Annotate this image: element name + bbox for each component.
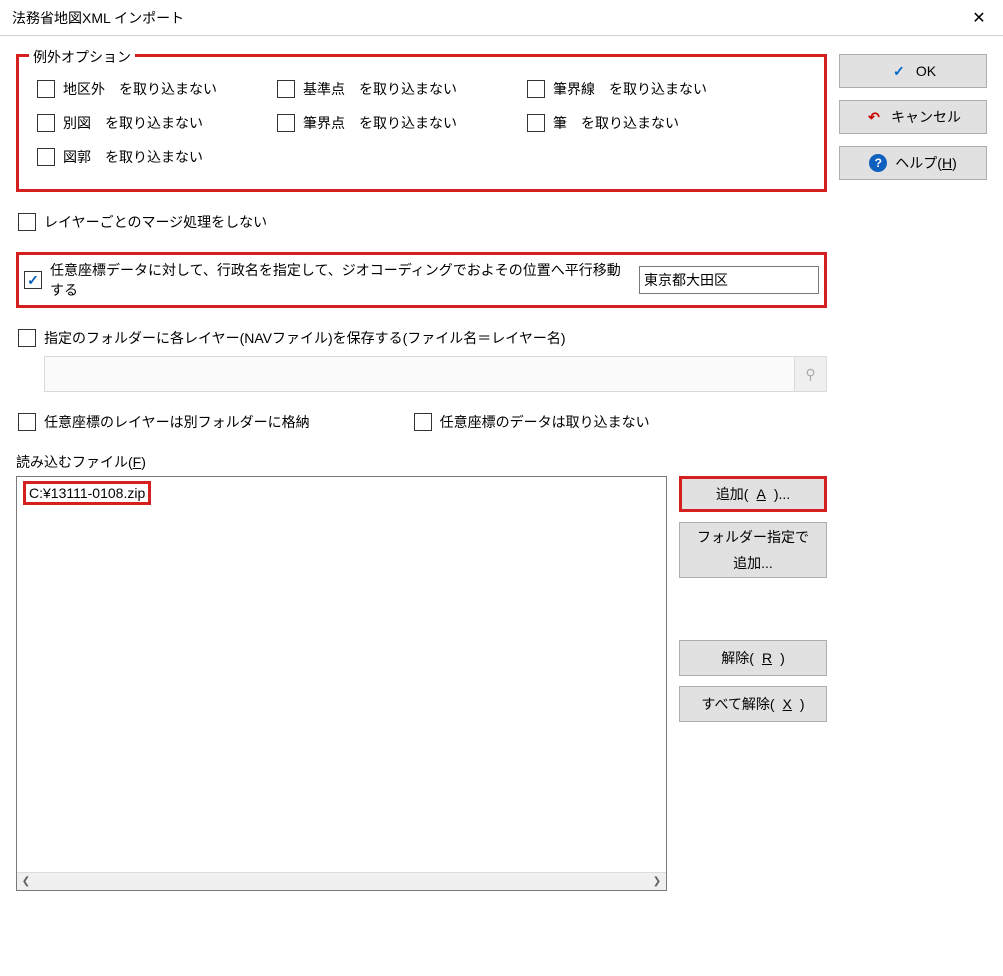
chk-hikkaiten[interactable]: 筆界点 を取り込まない (277, 113, 527, 133)
chk-chikugai-label: 地区外 を取り込まない (63, 79, 217, 99)
chk-zukaku[interactable]: 図郭 を取り込まない (37, 147, 277, 167)
geocode-input[interactable]: 東京都大田区 (639, 266, 819, 294)
help-icon: ? (869, 154, 887, 172)
add-file-button[interactable]: 追加(A)... (679, 476, 827, 512)
exception-legend: 例外オプション (29, 47, 135, 67)
check-icon: ✓ (890, 62, 908, 80)
add-folder-button[interactable]: フォルダー指定で 追加... (679, 522, 827, 578)
chk-chikugai[interactable]: 地区外 を取り込まない (37, 79, 277, 99)
close-icon: ✕ (972, 8, 985, 28)
chk-geocode-label: 任意座標データに対して、行政名を指定して、ジオコーディングでおよその位置へ平行移… (50, 260, 629, 300)
files-label: 読み込むファイル(F) (16, 452, 827, 472)
help-label: ヘルプ(H) (895, 153, 956, 173)
chk-save-folder[interactable]: 指定のフォルダーに各レイヤー(NAVファイル)を保存する(ファイル名＝レイヤー名… (16, 326, 827, 350)
scroll-left-icon[interactable]: ❮ (17, 873, 35, 891)
chk-fude-label: 筆 を取り込まない (553, 113, 679, 133)
undo-icon: ↶ (865, 108, 883, 126)
chk-betsuzu[interactable]: 別図 を取り込まない (37, 113, 277, 133)
cancel-label: キャンセル (891, 107, 961, 127)
chk-save-folder-label: 指定のフォルダーに各レイヤー(NAVファイル)を保存する(ファイル名＝レイヤー名… (44, 328, 566, 348)
files-listbox[interactable]: C:¥13111-0108.zip ❮ ❯ (16, 476, 667, 891)
folder-path-input[interactable] (44, 356, 795, 392)
ok-label: OK (916, 63, 936, 79)
add-folder-l1: フォルダー指定で (697, 528, 809, 546)
chk-kijunten[interactable]: 基準点 を取り込まない (277, 79, 527, 99)
remove-all-button[interactable]: すべて解除(X) (679, 686, 827, 722)
chk-hikkaiten-label: 筆界点 を取り込まない (303, 113, 457, 133)
chk-no-merge-label: レイヤーごとのマージ処理をしない (44, 212, 267, 232)
chk-arb-no-import-label: 任意座標のデータは取り込まない (440, 412, 650, 432)
chk-betsuzu-label: 別図 を取り込まない (63, 113, 203, 133)
chk-zukaku-label: 図郭 を取り込まない (63, 147, 203, 167)
chk-arb-no-import[interactable]: 任意座標のデータは取り込まない (412, 410, 652, 434)
geocode-input-value: 東京都大田区 (644, 270, 728, 290)
help-button[interactable]: ? ヘルプ(H) (839, 146, 987, 180)
folder-browse-button[interactable]: ⚲ (795, 356, 827, 392)
close-button[interactable]: ✕ (955, 0, 1003, 36)
horizontal-scrollbar[interactable]: ❮ ❯ (17, 872, 666, 890)
chk-arb-other-folder-label: 任意座標のレイヤーは別フォルダーに格納 (44, 412, 310, 432)
chk-arb-other-folder[interactable]: 任意座標のレイヤーは別フォルダーに格納 (16, 410, 312, 434)
file-item-0[interactable]: C:¥13111-0108.zip (23, 481, 151, 505)
remove-button[interactable]: 解除(R) (679, 640, 827, 676)
add-folder-l2: 追加... (733, 554, 773, 572)
exception-options-group: 例外オプション 地区外 を取り込まない 基準点 を取り込まない 筆界線 を取り込… (16, 54, 827, 192)
scroll-right-icon[interactable]: ❯ (648, 873, 666, 891)
window-title: 法務省地図XML インポート (12, 8, 184, 28)
chk-geocode[interactable]: 任意座標データに対して、行政名を指定して、ジオコーディングでおよその位置へ平行移… (24, 260, 629, 300)
chk-kijunten-label: 基準点 を取り込まない (303, 79, 457, 99)
chk-hikkaisen-label: 筆界線 を取り込まない (553, 79, 707, 99)
ok-button[interactable]: ✓ OK (839, 54, 987, 88)
chk-no-merge[interactable]: レイヤーごとのマージ処理をしない (16, 210, 827, 234)
chk-hikkaisen[interactable]: 筆界線 を取り込まない (527, 79, 757, 99)
search-icon: ⚲ (805, 366, 815, 383)
chk-fude[interactable]: 筆 を取り込まない (527, 113, 757, 133)
cancel-button[interactable]: ↶ キャンセル (839, 100, 987, 134)
